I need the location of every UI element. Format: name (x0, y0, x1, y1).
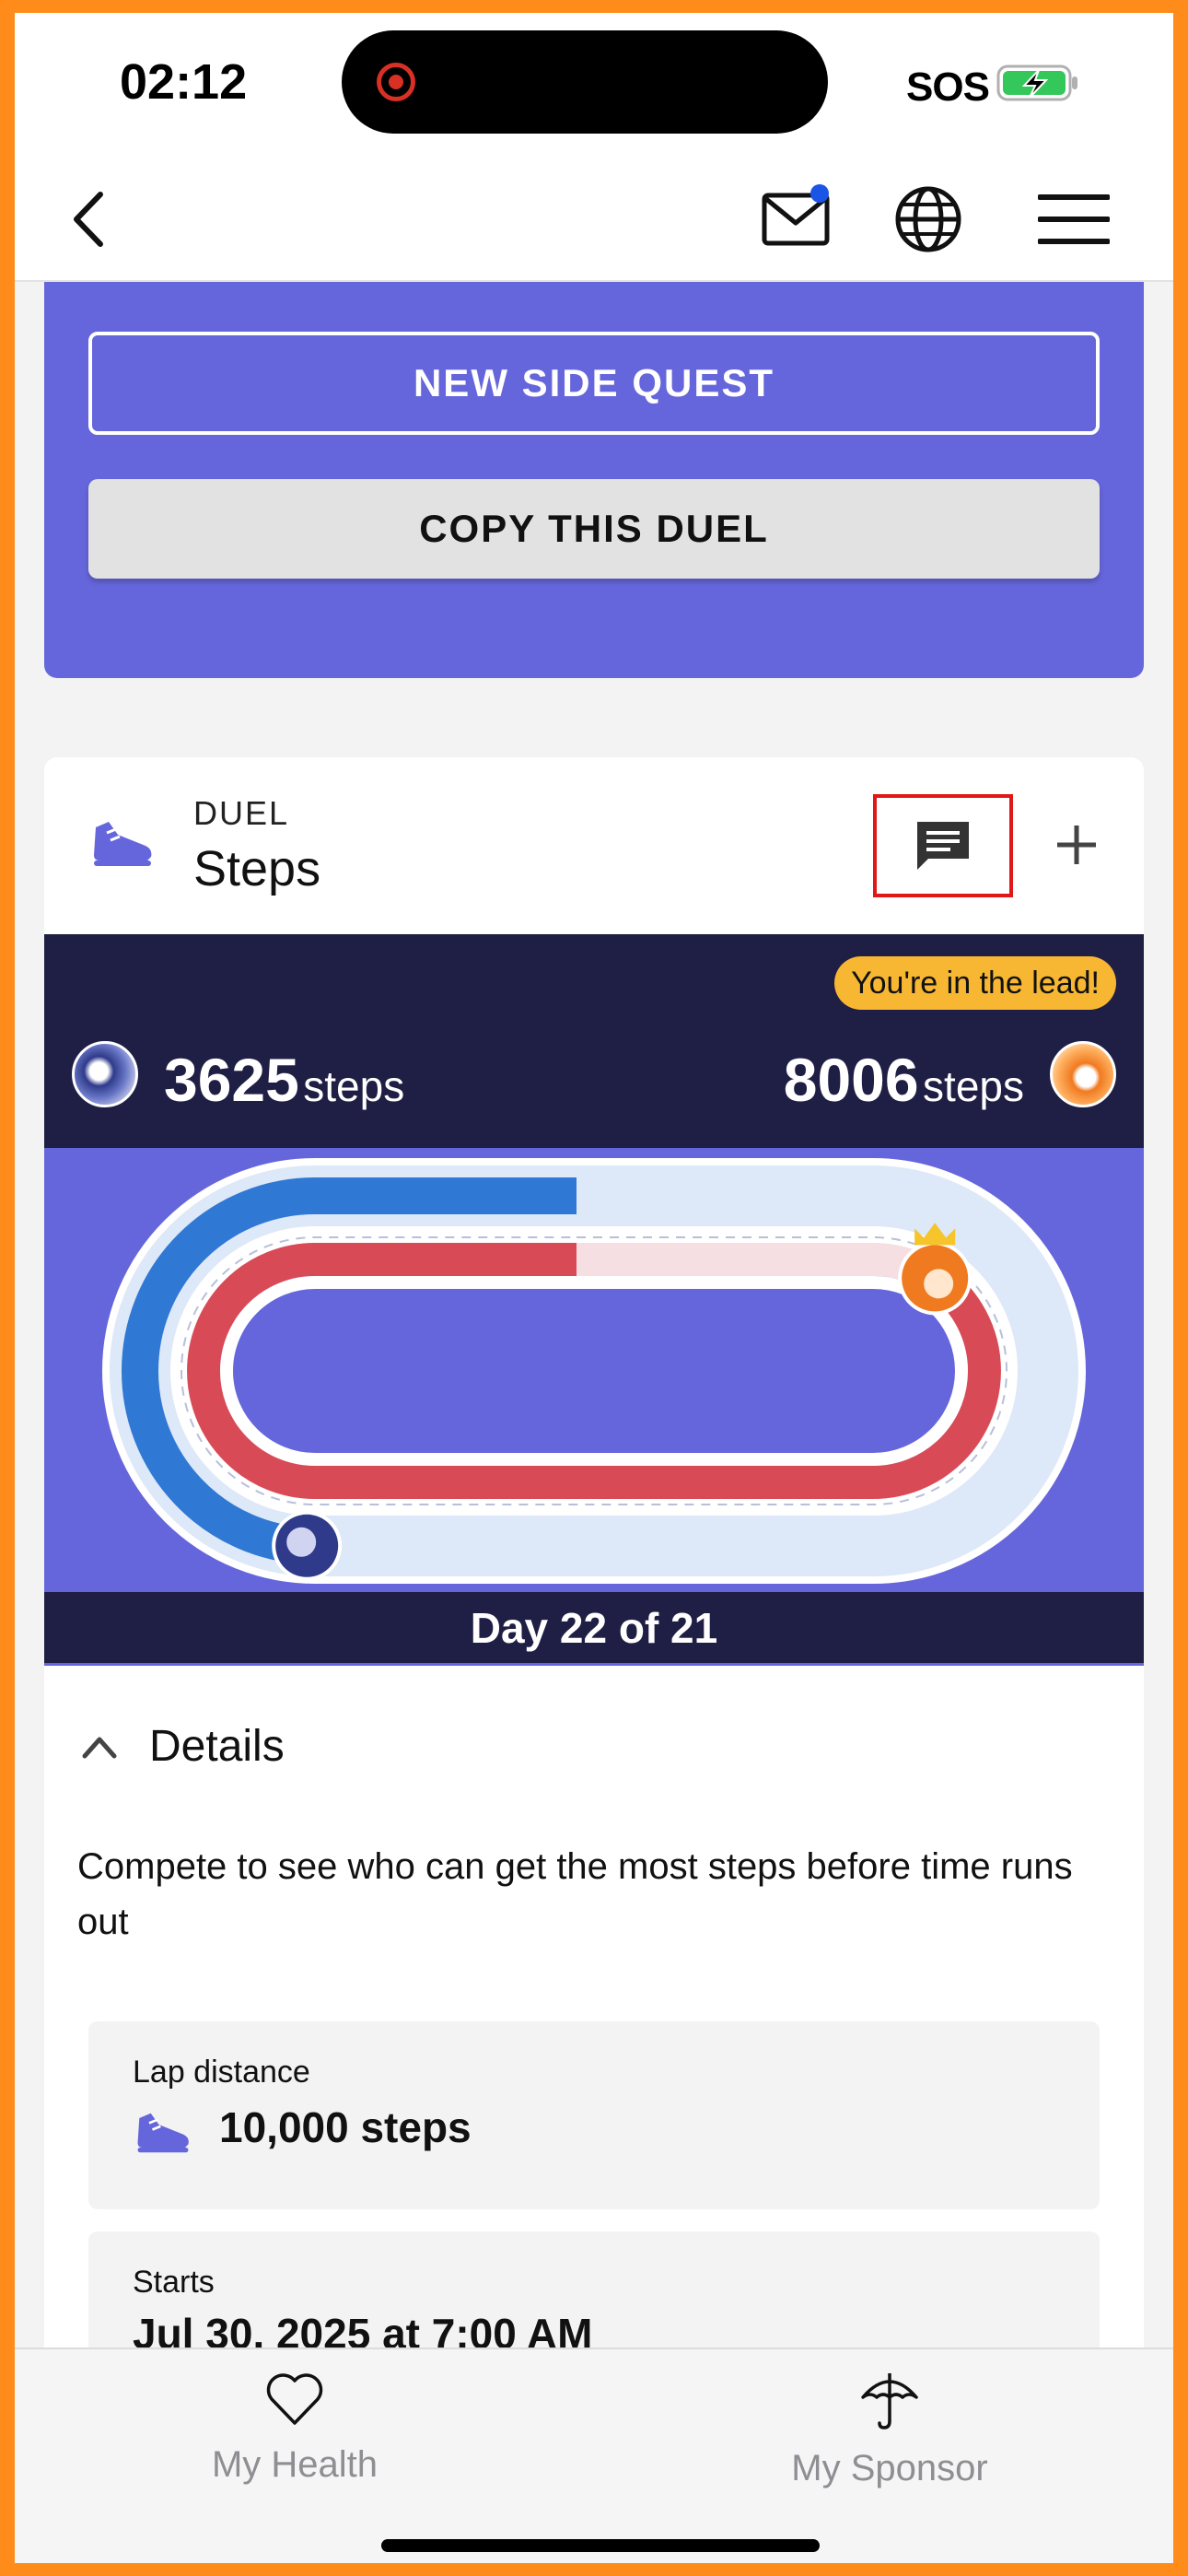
status-bar: 02:12 SOS (15, 13, 1173, 151)
user-score: 8006 steps (784, 1045, 1024, 1115)
bottom-tab-bar: My Health My Sponsor (15, 2348, 1173, 2563)
unread-indicator (810, 184, 829, 203)
duel-name: Steps (193, 841, 321, 896)
tab-my-sponsor[interactable]: My Sponsor (705, 2370, 1074, 2489)
duel-card: DUEL Steps You're in the lead! 3625 step… (44, 757, 1144, 2359)
card-message: new one and invite someone else. (44, 282, 1144, 289)
score-bar: You're in the lead! 3625 steps 8006 step… (44, 934, 1144, 1148)
user-steps-unit: steps (923, 1062, 1024, 1110)
add-button[interactable] (1044, 813, 1109, 877)
details-label: Details (149, 1722, 285, 1771)
user-progress-lane (187, 1243, 1001, 1499)
sneaker-icon (94, 822, 152, 866)
day-counter: Day 22 of 21 (44, 1592, 1144, 1666)
umbrella-icon (861, 2373, 918, 2430)
new-side-quest-button[interactable]: NEW SIDE QUEST (88, 332, 1100, 435)
start-date-box: Starts Jul 30, 2025 at 7:00 AM (88, 2231, 1100, 2359)
home-indicator (381, 2539, 820, 2552)
opponent-score: 3625 steps (164, 1045, 404, 1115)
status-time: 02:12 (120, 54, 248, 110)
tab-label: My Health (211, 2444, 379, 2485)
messages-button[interactable] (759, 182, 833, 256)
tab-label: My Sponsor (791, 2448, 988, 2488)
scroll-content[interactable]: new one and invite someone else. NEW SID… (15, 282, 1173, 2359)
hamburger-menu-icon (1038, 194, 1110, 244)
starts-label: Starts (133, 2265, 215, 2300)
race-track-area (44, 1148, 1144, 1592)
tab-my-health[interactable]: My Health (111, 2370, 479, 2486)
opponent-track-marker (272, 1510, 343, 1581)
chat-icon (917, 822, 969, 870)
screen-recording-icon (377, 63, 415, 101)
carrier-status: SOS (906, 64, 990, 110)
duel-description: Compete to see who can get the most step… (77, 1846, 1073, 1942)
top-navigation-bar (15, 151, 1173, 282)
app-screen: 02:12 SOS NEW SIDE QUEST COPY THIS DUEL … (15, 13, 1173, 2563)
duel-type-label: DUEL (193, 794, 290, 832)
opponent-steps: 3625 (164, 1046, 299, 1114)
chevron-up-icon (82, 1737, 117, 1758)
previous-duel-card: new one and invite someone else. NEW SID… (44, 282, 1144, 678)
duel-header: DUEL Steps (44, 757, 1144, 934)
lap-distance-box: Lap distance 10,000 steps (88, 2021, 1100, 2209)
menu-button[interactable] (1037, 182, 1111, 256)
chevron-left-icon (74, 192, 103, 247)
copy-duel-button[interactable]: COPY THIS DUEL (88, 479, 1100, 579)
lap-distance-label: Lap distance (133, 2055, 310, 2090)
race-track (102, 1158, 1086, 1584)
chat-button[interactable] (873, 794, 1013, 897)
opponent-avatar[interactable] (72, 1041, 138, 1107)
back-button[interactable] (52, 182, 125, 256)
heart-icon (266, 2373, 323, 2425)
dynamic-island (342, 30, 828, 134)
lead-badge: You're in the lead! (834, 956, 1116, 1010)
language-button[interactable] (891, 182, 965, 256)
user-steps: 8006 (783, 1046, 919, 1114)
user-avatar[interactable] (1050, 1041, 1116, 1107)
battery-charging-icon (996, 64, 1077, 101)
globe-icon (895, 186, 961, 252)
details-toggle[interactable]: Details (81, 1721, 285, 1772)
lap-distance-value: 10,000 steps (219, 2103, 472, 2151)
plus-icon (1057, 825, 1096, 864)
opponent-steps-unit: steps (303, 1062, 405, 1110)
sneaker-icon (137, 2113, 189, 2153)
